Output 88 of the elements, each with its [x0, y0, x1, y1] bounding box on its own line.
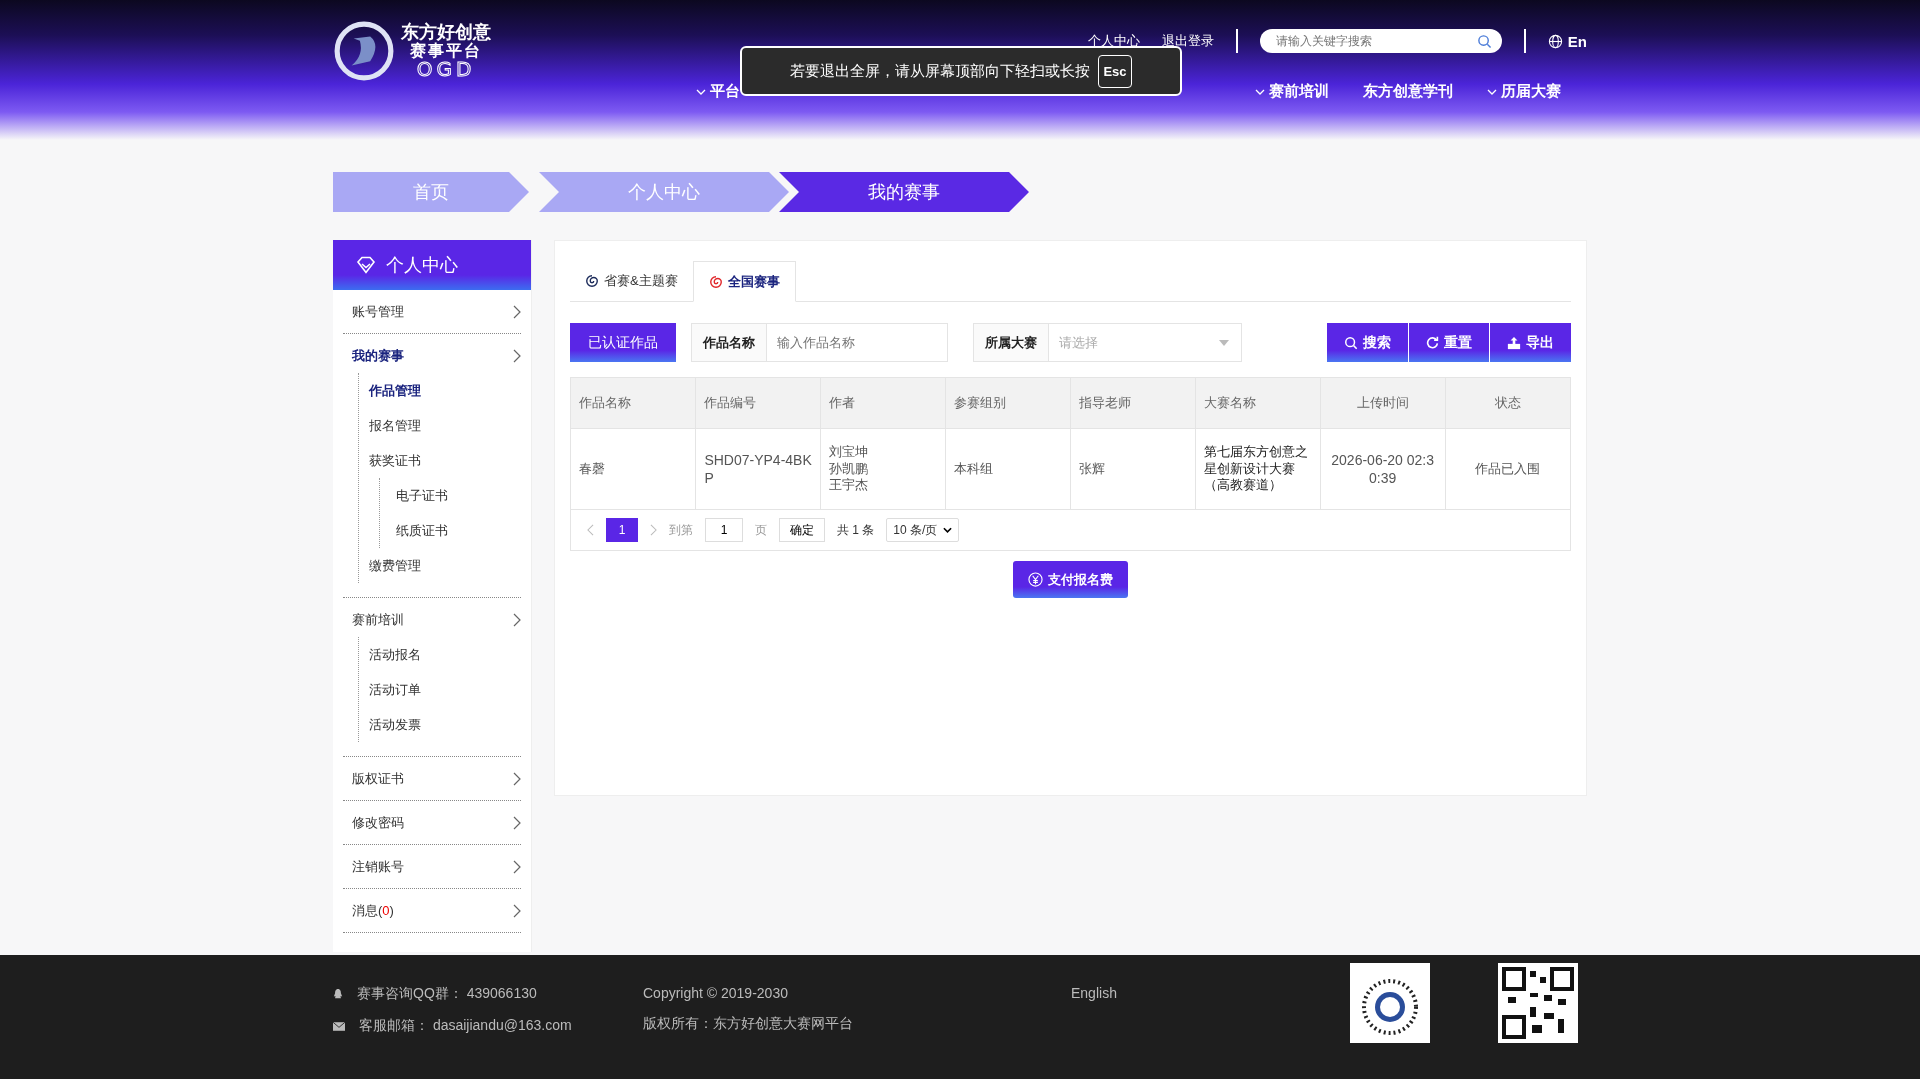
table-cell: 作品已入围 [1445, 428, 1570, 510]
page-unit: 页 [755, 521, 767, 539]
sidebar-subitem[interactable]: 电子证书 [380, 478, 521, 513]
pay-fee-button[interactable]: 支付报名费 [1013, 561, 1128, 598]
chevron-right-icon [513, 859, 521, 874]
sidebar-title: 个人中心 [386, 254, 458, 277]
nav-item[interactable]: 平台 [696, 82, 740, 101]
logo-text: 东方好创意 [401, 23, 491, 41]
sidebar-subitem[interactable]: 纸质证书 [380, 513, 521, 548]
column-header: 作品名称 [571, 378, 696, 429]
sidebar-subitem[interactable]: 报名管理 [359, 408, 521, 443]
swirl-icon [585, 274, 599, 288]
table-cell: 刘宝坤 孙凯鹏 王宇杰 [820, 428, 946, 510]
footer-text: Copyright © 2019-2030 [643, 985, 789, 1001]
sidebar-subitem[interactable]: 获奖证书 [359, 443, 521, 478]
search-button[interactable]: 搜索 [1327, 323, 1408, 362]
sidebar-item[interactable]: 账号管理 [343, 290, 521, 333]
chevron-right-icon [513, 903, 521, 918]
yen-icon [1028, 572, 1043, 587]
chevron-down-icon [1255, 88, 1265, 95]
column-header: 参赛组别 [945, 378, 1071, 429]
diamond-icon [356, 256, 376, 274]
toast-message: 若要退出全屏，请从屏幕顶部向下轻扫或长按 [790, 61, 1091, 81]
table-cell: 张辉 [1070, 428, 1196, 510]
goto-label: 到第 [669, 521, 693, 539]
prev-page-icon[interactable] [587, 524, 594, 536]
tab[interactable]: 省赛&主题赛 [570, 261, 693, 301]
total-count: 共 1 条 [837, 521, 875, 539]
sidebar-subitem[interactable]: 活动发票 [359, 707, 521, 742]
nav-item[interactable]: 赛前培训 [1255, 82, 1329, 101]
certified-works-button[interactable]: 已认证作品 [570, 323, 676, 362]
breadcrumb-item[interactable]: 我的赛事 [779, 172, 1029, 212]
next-page-icon[interactable] [650, 524, 657, 536]
sidebar-item[interactable]: 修改密码 [343, 801, 521, 844]
column-header: 作品编号 [695, 378, 821, 429]
header-link[interactable]: 退出登录 [1161, 32, 1214, 50]
header-link[interactable]: 个人中心 [1087, 32, 1140, 50]
chevron-right-icon [513, 348, 521, 363]
nav-item[interactable]: 东方创意学刊 [1363, 82, 1453, 101]
chevron-right-icon [513, 771, 521, 786]
column-header: 大赛名称 [1195, 378, 1321, 429]
chevron-right-icon [513, 815, 521, 830]
sidebar-subitem[interactable]: 活动订单 [359, 672, 521, 707]
table-cell: 本科组 [945, 428, 1071, 510]
search-icon [1344, 335, 1358, 350]
table-cell: 第七届东方创意之星创新设计大赛（高教赛道） [1195, 428, 1321, 510]
esc-key: Esc [1098, 54, 1132, 88]
reset-icon [1426, 336, 1439, 349]
nav-item[interactable]: 历届大赛 [1487, 82, 1561, 101]
search-icon[interactable] [1476, 33, 1492, 49]
qq-icon [333, 988, 343, 1000]
globe-icon [1547, 33, 1563, 49]
column-header: 上传时间 [1320, 378, 1446, 429]
language-link[interactable]: En [1547, 32, 1587, 50]
footer-text: 客服邮箱： dasaijiandu@163.com [359, 1017, 572, 1035]
sidebar-item[interactable]: 注销账号 [343, 845, 521, 888]
sidebar-item[interactable]: 消息(0) [343, 889, 521, 932]
sidebar-item[interactable]: 版权证书 [343, 757, 521, 800]
export-icon [1507, 335, 1521, 350]
sidebar-subitem[interactable]: 缴费管理 [359, 548, 521, 583]
column-header: 指导老师 [1070, 378, 1196, 429]
chevron-right-icon [513, 612, 521, 627]
current-page[interactable]: 1 [606, 518, 638, 542]
table-cell: 2026-06-20 02:30:39 [1320, 428, 1446, 510]
confirm-button[interactable]: 确定 [779, 518, 825, 542]
chevron-down-icon [1487, 88, 1497, 95]
footer-link[interactable]: English [1071, 985, 1281, 1001]
table-cell: SHD07-YP4-4BKP [695, 428, 821, 510]
table-cell: 春磬 [571, 428, 696, 510]
logo-text: 赛事平台 [410, 43, 482, 59]
swirl-icon [708, 274, 723, 289]
column-header: 作者 [820, 378, 946, 429]
chevron-right-icon [513, 304, 521, 319]
chevron-down-icon [696, 88, 706, 95]
export-button[interactable]: 导出 [1490, 323, 1571, 362]
column-header: 状态 [1445, 378, 1570, 429]
footer-text: 版权所有：东方好创意大赛网平台 [643, 1015, 854, 1033]
logo-text: OGD [416, 59, 476, 79]
page-input[interactable]: 1 [705, 518, 743, 542]
tab[interactable]: 全国赛事 [692, 261, 796, 302]
caret-icon [943, 527, 953, 533]
footer-text: 赛事咨询QQ群： 439066130 [357, 985, 537, 1003]
page-size-select[interactable]: 10 条/页 [886, 518, 960, 542]
search-box[interactable]: 请输入关键字搜索 [1259, 29, 1502, 53]
mail-icon [333, 1021, 345, 1031]
logo-icon [333, 20, 395, 82]
reset-button[interactable]: 重置 [1409, 323, 1489, 362]
search-field[interactable]: 请输入关键字搜索 [1273, 29, 1477, 53]
